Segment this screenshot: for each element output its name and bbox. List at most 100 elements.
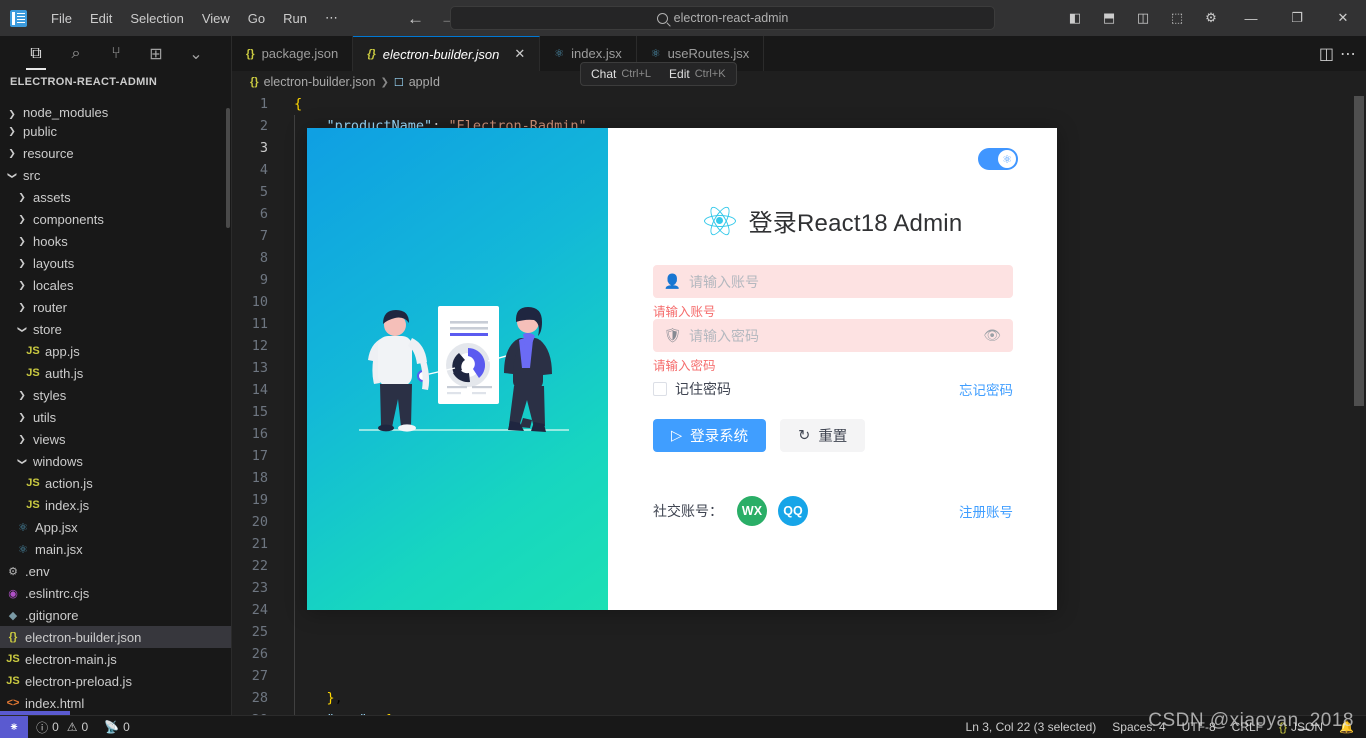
chevron-right-icon[interactable] [14, 258, 30, 269]
extensions-icon[interactable]: ⊞ [146, 43, 166, 65]
qq-badge[interactable]: QQ [778, 496, 808, 526]
file-tree[interactable]: node_modulespublic resource src assets compo… [0, 108, 231, 736]
inline-chat-hint[interactable]: Chat Ctrl+L Edit Ctrl+K [580, 62, 737, 86]
tree-item-locales[interactable]: locales [0, 274, 231, 296]
menu-run[interactable]: Run [274, 7, 316, 30]
login-submit-button[interactable]: ▷ 登录系统 [653, 419, 767, 452]
chevron-right-icon[interactable] [14, 214, 30, 225]
checkbox-box-icon[interactable] [653, 382, 667, 396]
chevron-right-icon[interactable] [14, 412, 30, 423]
explorer-icon[interactable]: ⧉ [26, 43, 46, 70]
breadcrumb-file[interactable]: electron-builder.json [264, 75, 376, 89]
tree-item-auth-js[interactable]: JS auth.js [0, 362, 231, 384]
chevron-down-icon[interactable] [14, 324, 30, 335]
cursor-position[interactable]: Ln 3, Col 22 (3 selected) [958, 716, 1105, 738]
tree-item-store[interactable]: store [0, 318, 231, 340]
tree-item-layouts[interactable]: layouts [0, 252, 231, 274]
tree-item--gitignore[interactable]: ◆ .gitignore [0, 604, 231, 626]
tree-item--eslintrc-cjs[interactable]: ◉ .eslintrc.cjs [0, 582, 231, 604]
toggle-panel-icon[interactable]: ⬒ [1092, 0, 1126, 36]
sidebar-scrollbar[interactable] [226, 108, 230, 228]
split-editor-icon[interactable]: ◫ [1319, 44, 1334, 64]
settings-gear-icon[interactable]: ⚙ [1194, 0, 1228, 36]
menu-selection[interactable]: Selection [121, 7, 192, 30]
search-icon[interactable]: ⌕ [66, 43, 86, 65]
tree-item-app-js[interactable]: JS app.js [0, 340, 231, 362]
tree-item-views[interactable]: views [0, 428, 231, 450]
tree-item-hooks[interactable]: hooks [0, 230, 231, 252]
username-field[interactable]: 👤 请输入账号 [653, 265, 1013, 298]
menu-edit[interactable]: Edit [81, 7, 121, 30]
tree-item-action-js[interactable]: JS action.js [0, 472, 231, 494]
menu-more[interactable]: ⋯ [316, 6, 347, 30]
editor-tab-electron-builder-json[interactable]: {} electron-builder.json ✕ [353, 36, 541, 71]
chevron-right-icon[interactable] [14, 236, 30, 247]
menu-file[interactable]: File [42, 7, 81, 30]
chat-label[interactable]: Chat [591, 67, 616, 81]
customize-layout-icon[interactable]: ⬚ [1160, 0, 1194, 36]
bell-icon[interactable]: 🔔 [1331, 716, 1362, 738]
chevron-right-icon[interactable] [14, 390, 30, 401]
toggle-secondary-sidebar-icon[interactable]: ◫ [1126, 0, 1160, 36]
password-field[interactable]: 🛡 请输入密码 👁 [653, 319, 1013, 352]
more-actions-icon[interactable]: ⋯ [1340, 44, 1356, 64]
tree-item-electron-builder-json[interactable]: {} electron-builder.json [0, 626, 231, 648]
chevron-right-icon[interactable] [14, 434, 30, 445]
tree-item-resource[interactable]: resource [0, 142, 231, 164]
chevron-right-icon[interactable] [4, 109, 20, 120]
command-center-search[interactable]: electron-react-admin [450, 6, 995, 30]
toggle-primary-sidebar-icon[interactable]: ◧ [1058, 0, 1092, 36]
encoding-status[interactable]: UTF-8 [1174, 716, 1224, 738]
tree-item-app-jsx[interactable]: ⚛ App.jsx [0, 516, 231, 538]
tree-item-node-modules[interactable]: node_modules [0, 108, 231, 120]
tree-item-src[interactable]: src [0, 164, 231, 186]
tree-item-assets[interactable]: assets [0, 186, 231, 208]
forgot-password-link[interactable]: 忘记密码 [959, 379, 1013, 399]
go-back-icon[interactable]: ← [407, 10, 424, 27]
tree-item-utils[interactable]: utils [0, 406, 231, 428]
window-minimize-button[interactable]: — [1228, 0, 1274, 36]
window-maximize-button[interactable]: ❐ [1274, 0, 1320, 36]
code-text[interactable]: }, [284, 690, 343, 706]
tree-item-public[interactable]: public [0, 120, 231, 142]
tree-item-index-js[interactable]: JS index.js [0, 494, 231, 516]
tree-item-router[interactable]: router [0, 296, 231, 318]
editor-scrollbar[interactable] [1354, 96, 1364, 406]
remote-window-icon[interactable]: ⁕ [0, 715, 29, 738]
chevron-right-icon[interactable] [14, 280, 30, 291]
more-views-chevron-icon[interactable]: ⌄ [186, 43, 206, 65]
menu-view[interactable]: View [193, 7, 239, 30]
wechat-badge[interactable]: WX [737, 496, 767, 526]
chevron-right-icon[interactable] [14, 192, 30, 203]
tree-item-electron-preload-js[interactable]: JS electron-preload.js [0, 670, 231, 692]
tree-item-electron-main-js[interactable]: JS electron-main.js [0, 648, 231, 670]
tree-item-styles[interactable]: styles [0, 384, 231, 406]
tree-item-windows[interactable]: windows [0, 450, 231, 472]
close-tab-icon[interactable]: ✕ [514, 46, 525, 62]
problems-status[interactable]: ⓘ 0 ⚠ 0 [28, 716, 96, 738]
language-mode-status[interactable]: {} JSON [1271, 716, 1331, 738]
editor-tab-package-json[interactable]: {} package.json [232, 36, 354, 71]
breadcrumb-symbol[interactable]: appId [409, 75, 440, 89]
edit-label[interactable]: Edit [669, 67, 690, 81]
chevron-right-icon[interactable] [4, 148, 20, 159]
chevron-right-icon[interactable] [14, 302, 30, 313]
chevron-down-icon[interactable] [14, 456, 30, 467]
eye-off-icon[interactable]: 👁 [983, 327, 1001, 344]
chevron-down-icon[interactable] [4, 170, 20, 181]
code-text[interactable]: { [284, 96, 302, 112]
indentation-status[interactable]: Spaces: 4 [1104, 716, 1173, 738]
source-control-icon[interactable]: ⑂ [106, 43, 126, 65]
eol-status[interactable]: CRLF [1224, 716, 1271, 738]
remember-password-checkbox[interactable]: 记住密码 [653, 379, 731, 399]
chevron-right-icon[interactable] [4, 126, 20, 137]
reset-button[interactable]: ↻ 重置 [780, 419, 866, 452]
menu-go[interactable]: Go [239, 7, 274, 30]
tree-item-components[interactable]: components [0, 208, 231, 230]
ports-status[interactable]: 📡 0 [96, 716, 138, 738]
tree-item--env[interactable]: ⚙ .env [0, 560, 231, 582]
window-close-button[interactable]: ✕ [1320, 0, 1366, 36]
theme-toggle[interactable]: ⚛ [978, 148, 1018, 170]
tree-item-main-jsx[interactable]: ⚛ main.jsx [0, 538, 231, 560]
register-link[interactable]: 注册账号 [959, 501, 1013, 521]
